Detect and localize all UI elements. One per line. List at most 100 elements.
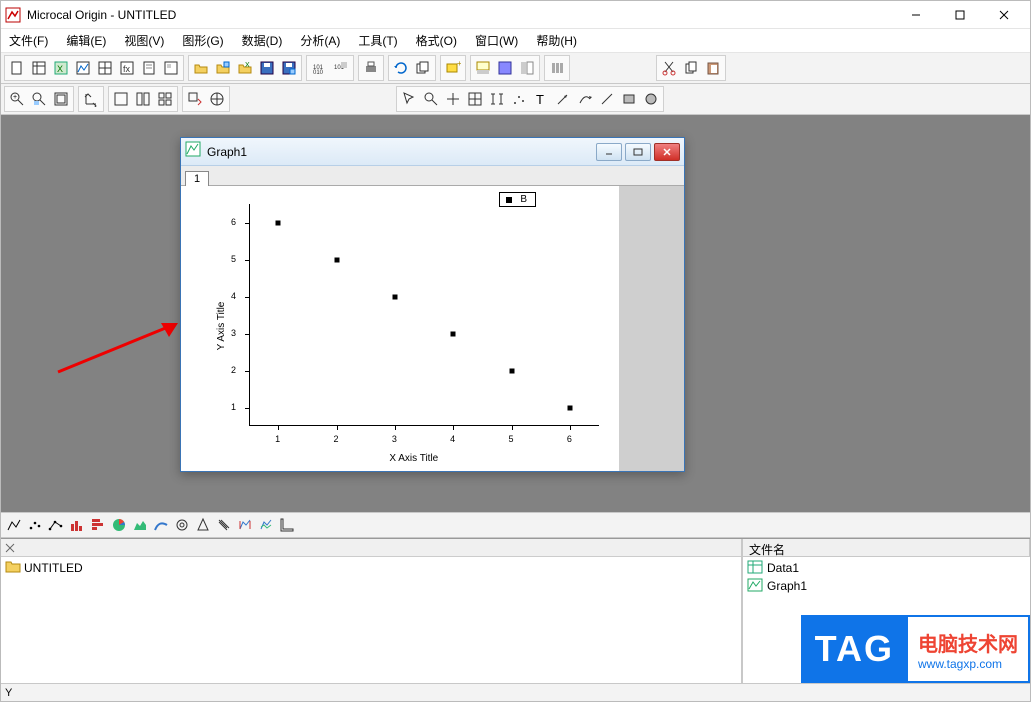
screen-reader-button[interactable]: [442, 88, 464, 110]
menu-help[interactable]: 帮助(H): [532, 30, 581, 51]
column-plot-button[interactable]: [66, 515, 87, 536]
open-excel-button[interactable]: X: [234, 57, 256, 79]
line-plot-button[interactable]: [3, 515, 24, 536]
column-button[interactable]: [546, 57, 568, 79]
curved-arrow-button[interactable]: [574, 88, 596, 110]
double-y-button[interactable]: [255, 515, 276, 536]
layer4-button[interactable]: [154, 88, 176, 110]
import-multiple-button[interactable]: 101: [330, 57, 352, 79]
window-close-button[interactable]: [982, 3, 1026, 27]
open-template-button[interactable]: [212, 57, 234, 79]
y-axis-line: [249, 204, 250, 426]
arrow-tool-button[interactable]: [552, 88, 574, 110]
print-button[interactable]: [360, 57, 382, 79]
layer1-button[interactable]: [110, 88, 132, 110]
line-symbol-button[interactable]: [45, 515, 66, 536]
extract-layers-button[interactable]: [184, 88, 206, 110]
project-tree-header[interactable]: [1, 539, 741, 557]
draw-data-button[interactable]: [508, 88, 530, 110]
import-ascii-button[interactable]: 101010: [308, 57, 330, 79]
rectangle-tool-button[interactable]: [618, 88, 640, 110]
window-minimize-button[interactable]: [894, 3, 938, 27]
new-notes-button[interactable]: [138, 57, 160, 79]
new-project-button[interactable]: [6, 57, 28, 79]
menu-file[interactable]: 文件(F): [5, 30, 52, 51]
child-titlebar[interactable]: Graph1: [181, 138, 684, 166]
menu-analysis[interactable]: 分析(A): [296, 30, 344, 51]
zoom-in-button[interactable]: +: [6, 88, 28, 110]
workspace[interactable]: Graph1 1 B Y Axis Title X Axis T: [1, 115, 1030, 512]
new-worksheet-button[interactable]: [28, 57, 50, 79]
new-function-button[interactable]: fx: [116, 57, 138, 79]
template-button[interactable]: [276, 515, 297, 536]
paste-button[interactable]: [702, 57, 724, 79]
toolbar-tools: + T: [1, 84, 1030, 115]
list-item[interactable]: Graph1: [747, 577, 1026, 595]
new-matrix-button[interactable]: [94, 57, 116, 79]
rescale-button[interactable]: [80, 88, 102, 110]
merge-button[interactable]: [206, 88, 228, 110]
data-selector-button[interactable]: [486, 88, 508, 110]
polar-plot-button[interactable]: [150, 515, 171, 536]
layer2-button[interactable]: [132, 88, 154, 110]
zoom-rect-button[interactable]: [28, 88, 50, 110]
menu-window[interactable]: 窗口(W): [471, 30, 522, 51]
x-axis-title[interactable]: X Axis Title: [389, 453, 438, 464]
refresh-button[interactable]: [390, 57, 412, 79]
bar-plot-button[interactable]: [87, 515, 108, 536]
zoom-tool-button[interactable]: [420, 88, 442, 110]
y-tick-label: 3: [231, 328, 241, 338]
area-plot-button[interactable]: [129, 515, 150, 536]
project-explorer-button[interactable]: [516, 57, 538, 79]
add-layer-button[interactable]: +: [442, 57, 464, 79]
pie-plot-button[interactable]: [108, 515, 129, 536]
script-window-button[interactable]: [494, 57, 516, 79]
data-reader-button[interactable]: [464, 88, 486, 110]
open-button[interactable]: [190, 57, 212, 79]
child-maximize-button[interactable]: [625, 143, 651, 161]
copy-button[interactable]: [680, 57, 702, 79]
menu-graph[interactable]: 图形(G): [178, 30, 227, 51]
layer-tab-1[interactable]: 1: [185, 171, 209, 186]
data-point[interactable]: [509, 368, 514, 373]
results-log-button[interactable]: [472, 57, 494, 79]
scatter-plot-button[interactable]: [24, 515, 45, 536]
smith-button[interactable]: [234, 515, 255, 536]
data-point[interactable]: [276, 220, 281, 225]
list-item[interactable]: Data1: [747, 559, 1026, 577]
window-maximize-button[interactable]: [938, 3, 982, 27]
watermark-line2: www.tagxp.com: [918, 657, 1018, 671]
cut-button[interactable]: [658, 57, 680, 79]
new-graph-button[interactable]: [72, 57, 94, 79]
circle-tool-button[interactable]: [640, 88, 662, 110]
plot-area[interactable]: B Y Axis Title X Axis Title 123456123456: [181, 186, 684, 471]
file-list-header[interactable]: 文件名: [743, 539, 1030, 557]
menu-format[interactable]: 格式(O): [412, 30, 461, 51]
data-point[interactable]: [392, 294, 397, 299]
project-root-label[interactable]: UNTITLED: [24, 561, 83, 575]
vector-plot-button[interactable]: [213, 515, 234, 536]
whole-page-button[interactable]: [50, 88, 72, 110]
new-layout-button[interactable]: [160, 57, 182, 79]
save-template-button[interactable]: [278, 57, 300, 79]
menu-view[interactable]: 视图(V): [120, 30, 168, 51]
project-tree-body[interactable]: UNTITLED: [1, 557, 741, 683]
data-point[interactable]: [334, 257, 339, 262]
data-point[interactable]: [451, 331, 456, 336]
text-tool-button[interactable]: T: [530, 88, 552, 110]
pointer-button[interactable]: [398, 88, 420, 110]
line-tool-button[interactable]: [596, 88, 618, 110]
menu-tools[interactable]: 工具(T): [354, 30, 401, 51]
y-tick: [245, 223, 249, 224]
hilo-plot-button[interactable]: [192, 515, 213, 536]
save-button[interactable]: [256, 57, 278, 79]
duplicate-button[interactable]: [412, 57, 434, 79]
ternary-plot-button[interactable]: [171, 515, 192, 536]
menu-data[interactable]: 数据(D): [238, 30, 287, 51]
y-axis-title[interactable]: Y Axis Title: [216, 302, 227, 351]
data-point[interactable]: [567, 405, 572, 410]
child-close-button[interactable]: [654, 143, 680, 161]
child-minimize-button[interactable]: [596, 143, 622, 161]
menu-edit[interactable]: 编辑(E): [62, 30, 110, 51]
new-excel-button[interactable]: X: [50, 57, 72, 79]
